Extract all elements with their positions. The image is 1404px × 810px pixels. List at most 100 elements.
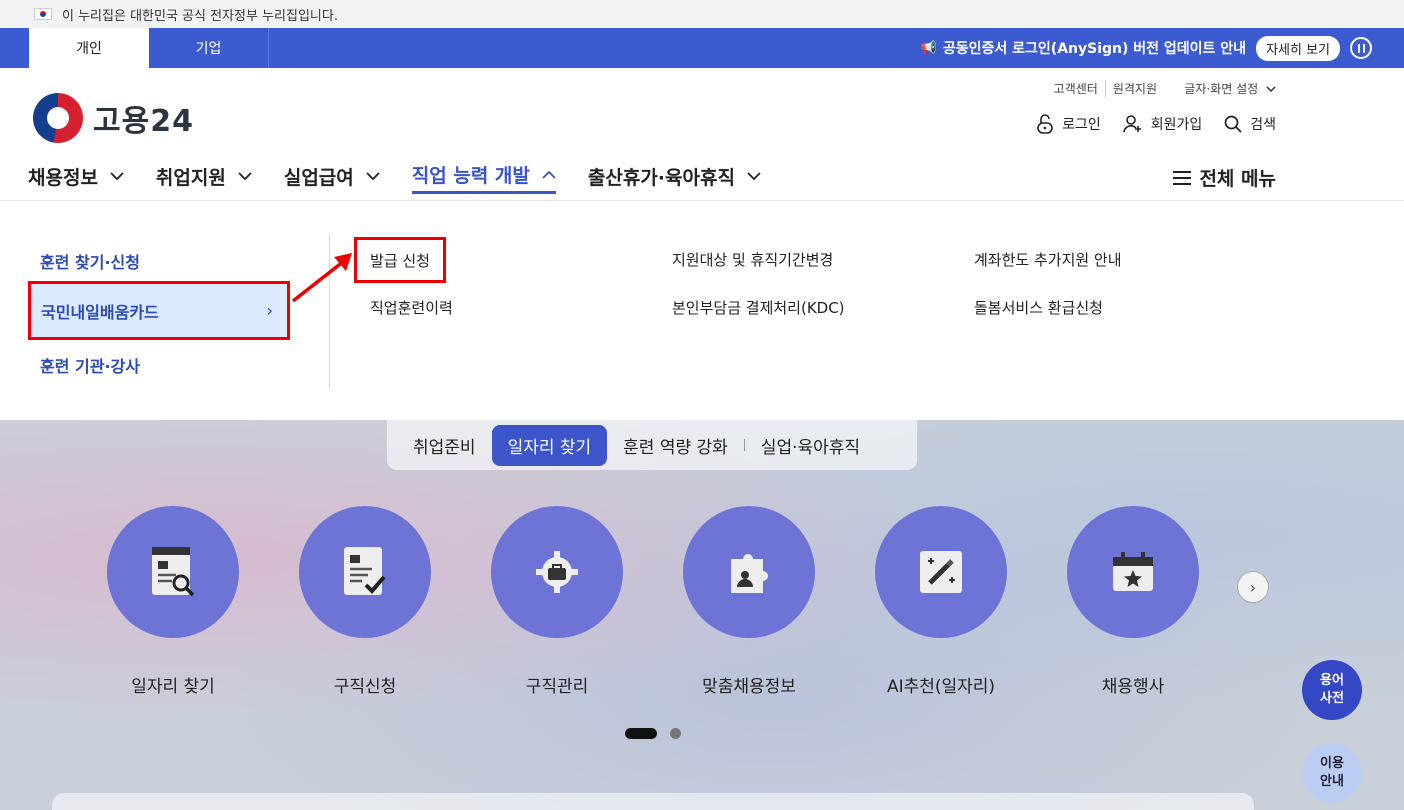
bottom-panel	[52, 793, 1254, 810]
document-search-icon	[152, 547, 195, 597]
notice: 📢 공동인증서 로그인(AnySign) 버전 업데이트 안내 자세히 보기	[921, 28, 1340, 68]
all-menu-button[interactable]: 전체 메뉴	[1173, 164, 1276, 191]
service-circle	[107, 506, 239, 638]
submenu-learning-card-label: 국민내일배움카드	[41, 302, 159, 322]
notice-detail-button[interactable]: 자세히 보기	[1256, 35, 1340, 61]
tab-unemployment-leave[interactable]: 실업·육아휴직	[745, 425, 876, 466]
pagination-dot[interactable]	[670, 728, 681, 739]
service-label: 구직관리	[525, 677, 589, 697]
service-label: 맞춤채용정보	[702, 677, 796, 697]
submenu-training-search[interactable]: 훈련 찾기·신청	[40, 249, 140, 273]
link-card-issue[interactable]: 발급 신청	[354, 237, 446, 283]
main-nav: 채용정보 취업지원 실업급여 직업 능력 개발 출산휴가·육아휴직	[28, 158, 793, 200]
service-label: 채용행사	[1101, 677, 1165, 697]
tab-personal[interactable]: 개인	[29, 28, 149, 68]
calendar-star-icon	[1113, 552, 1153, 591]
tab-business[interactable]: 기업	[149, 28, 269, 68]
tab-job-search[interactable]: 일자리 찾기	[491, 424, 608, 466]
nav-label: 직업 능력 개발	[411, 165, 530, 187]
glossary-line-2: 사전	[1320, 691, 1344, 706]
service-job-apply[interactable]: 구직신청	[299, 506, 431, 697]
top-bar: 개인 기업 📢 공동인증서 로그인(AnySign) 버전 업데이트 안내 자세…	[0, 28, 1404, 68]
signup-button[interactable]: 회원가입	[1122, 114, 1203, 134]
search-button[interactable]: 검색	[1224, 114, 1276, 134]
notice-text[interactable]: 공동인증서 로그인(AnySign) 버전 업데이트 안내	[943, 38, 1246, 58]
pause-icon	[1357, 43, 1365, 53]
chevron-down-icon	[238, 171, 252, 180]
taegeuk-logo-icon	[33, 93, 83, 143]
category-tabs: 취업준비 일자리 찾기 훈련 역량 강화 실업·육아휴직	[387, 420, 917, 470]
pause-button[interactable]	[1350, 37, 1372, 59]
util-links: 고객센터 원격지원	[1047, 80, 1164, 97]
glossary-line-1: 용어	[1320, 673, 1344, 688]
carousel-pagination	[625, 728, 681, 739]
service-label: 구직신청	[333, 677, 397, 697]
site-logo[interactable]: 고용24	[33, 93, 194, 143]
search-icon	[1224, 115, 1242, 133]
nav-item-jobs-info[interactable]: 채용정보	[28, 158, 124, 194]
nav-label: 실업급여	[283, 166, 354, 189]
nav-item-vocational-training[interactable]: 직업 능력 개발	[411, 158, 556, 194]
pagination-dot-active[interactable]	[625, 728, 657, 739]
submenu-institution-instructor[interactable]: 훈련 기관·강사	[40, 353, 140, 377]
chevron-down-icon	[1266, 86, 1276, 93]
remote-support-link[interactable]: 원격지원	[1106, 80, 1164, 97]
service-label: 일자리 찾기	[131, 677, 215, 697]
tab-job-prep[interactable]: 취업준비	[397, 425, 492, 466]
chevron-down-icon	[366, 171, 380, 180]
service-circle	[299, 506, 431, 638]
annotation-arrow-icon	[291, 253, 352, 303]
tab-training[interactable]: 훈련 역량 강화	[607, 425, 744, 466]
login-label: 로그인	[1062, 117, 1101, 133]
link-target-change[interactable]: 지원대상 및 휴직기간변경	[672, 249, 833, 270]
login-button[interactable]: 로그인	[1036, 114, 1101, 134]
megaphone-icon: 📢	[920, 40, 937, 56]
link-training-history[interactable]: 직업훈련이력	[370, 297, 453, 318]
glossary-button[interactable]: 용어사전	[1302, 660, 1362, 720]
gear-briefcase-icon	[536, 551, 578, 593]
link-care-refund[interactable]: 돌봄서비스 환급신청	[974, 297, 1103, 318]
carousel-next-button[interactable]: ›	[1237, 571, 1269, 603]
service-ai-recommend[interactable]: AI추천(일자리)	[875, 506, 1007, 697]
gov-banner: 이 누리집은 대한민국 공식 전자정부 누리집입니다.	[0, 0, 1404, 28]
chevron-down-icon	[747, 171, 761, 180]
nav-dropdown: 훈련 찾기·신청 국민내일배움카드 › 훈련 기관·강사 발급 신청 직업훈련이…	[0, 200, 1404, 420]
chevron-up-icon	[542, 170, 556, 179]
hamburger-icon	[1173, 170, 1192, 185]
usage-guide-button[interactable]: 이용안내	[1302, 743, 1362, 803]
screen-setting-label: 글자·화면 설정	[1184, 82, 1259, 96]
service-job-events[interactable]: 채용행사	[1067, 506, 1199, 697]
nav-item-employment-support[interactable]: 취업지원	[156, 158, 252, 194]
guide-line-2: 안내	[1320, 774, 1344, 789]
magic-wand-icon	[920, 551, 962, 593]
link-kdc-payment[interactable]: 본인부담금 결제처리(KDC)	[672, 297, 845, 318]
guide-line-1: 이용	[1320, 756, 1344, 771]
nav-label: 채용정보	[28, 166, 98, 189]
chevron-right-icon: ›	[266, 301, 273, 320]
screen-setting-button[interactable]: 글자·화면 설정	[1184, 80, 1276, 97]
submenu-learning-card[interactable]: 국민내일배움카드 ›	[28, 281, 290, 340]
customer-center-link[interactable]: 고객센터	[1047, 80, 1106, 97]
service-job-search[interactable]: 일자리 찾기	[107, 506, 239, 697]
puzzle-person-icon	[731, 554, 768, 593]
add-user-icon	[1122, 115, 1141, 133]
service-circle	[875, 506, 1007, 638]
all-menu-label: 전체 메뉴	[1199, 168, 1276, 190]
lock-icon	[1037, 114, 1053, 134]
logo-text: 고용24	[93, 104, 194, 139]
service-job-manage[interactable]: 구직관리	[491, 506, 623, 697]
nav-label: 출산휴가·육아휴직	[587, 166, 735, 189]
nav-item-unemployment-benefit[interactable]: 실업급여	[284, 158, 380, 194]
korean-flag-icon	[34, 8, 52, 20]
hero-section: 취업준비 일자리 찾기 훈련 역량 강화 실업·육아휴직 일자리 찾기 구직신청…	[0, 420, 1404, 810]
nav-item-parental-leave[interactable]: 출산휴가·육아휴직	[588, 158, 761, 194]
service-custom-jobs[interactable]: 맞춤채용정보	[683, 506, 815, 697]
user-actions: 로그인 회원가입 검색	[1014, 114, 1276, 134]
search-label: 검색	[1250, 117, 1276, 133]
service-circle	[491, 506, 623, 638]
signup-label: 회원가입	[1150, 117, 1203, 133]
nav-label: 취업지원	[155, 166, 226, 189]
document-check-icon	[344, 547, 386, 595]
link-limit-extra[interactable]: 계좌한도 추가지원 안내	[974, 249, 1122, 270]
gov-banner-text: 이 누리집은 대한민국 공식 전자정부 누리집입니다.	[62, 8, 338, 24]
